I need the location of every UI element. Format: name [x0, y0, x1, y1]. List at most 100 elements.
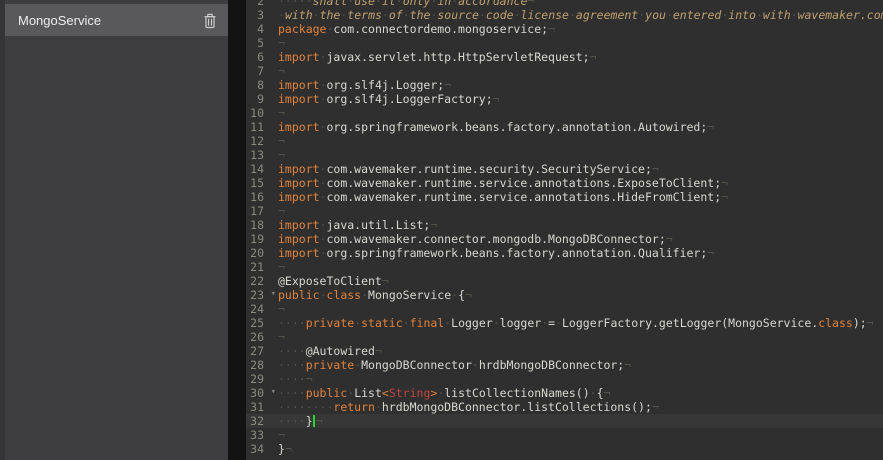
code-line-text[interactable]: import·com.wavemaker.runtime.security.Se…	[278, 162, 883, 176]
code-editor[interactable]: 2·····shall·use·it·only·in·accordance¬3·…	[246, 0, 883, 460]
code-line-text[interactable]: }¬	[278, 442, 883, 456]
code-line-text[interactable]: ¬	[278, 64, 883, 78]
code-line[interactable]: 12¬	[246, 134, 883, 148]
eol-marker: ¬	[278, 36, 285, 50]
fold-arrow-icon[interactable]: ▾	[271, 287, 276, 301]
gutter-line-number: 31	[246, 400, 278, 414]
code-line-text[interactable]: ········return·hrdbMongoDBConnector.list…	[278, 400, 883, 414]
code-line-text[interactable]: ····public·List<String>·listCollectionNa…	[278, 386, 883, 400]
eol-marker: ¬	[721, 176, 728, 190]
code-line[interactable]: 26¬	[246, 330, 883, 344]
code-line-text[interactable]: ¬	[278, 148, 883, 162]
delete-service-button[interactable]	[203, 12, 217, 29]
code-line-text[interactable]: import·org.slf4j.LoggerFactory;¬	[278, 92, 883, 106]
code-line-text[interactable]: ¬	[278, 204, 883, 218]
code-line[interactable]: 31········return·hrdbMongoDBConnector.li…	[246, 400, 883, 414]
gutter-line-number: 27	[246, 344, 278, 358]
eol-marker: ¬	[278, 302, 285, 316]
code-line-text[interactable]: ¬	[278, 134, 883, 148]
code-line-text[interactable]: ·with·the·terms·of·the·source·code·licen…	[278, 8, 883, 22]
sidebar-left-edge	[0, 0, 5, 460]
panel-divider	[228, 0, 246, 460]
code-line[interactable]: 13¬	[246, 148, 883, 162]
code-line[interactable]: 29····¬	[246, 372, 883, 386]
gutter-line-number: 8	[246, 78, 278, 92]
code-line[interactable]: 4package·com.connectordemo.mongoservice;…	[246, 22, 883, 36]
code-line[interactable]: 21¬	[246, 260, 883, 274]
eol-marker: ¬	[652, 162, 659, 176]
fold-arrow-icon[interactable]: ▾	[271, 385, 276, 399]
code-line[interactable]: 30▾····public·List<String>·listCollectio…	[246, 386, 883, 400]
eol-marker: ¬	[316, 414, 323, 428]
code-line-text[interactable]: ¬	[278, 260, 883, 274]
code-line-text[interactable]: import·com.wavemaker.connector.mongodb.M…	[278, 232, 883, 246]
code-line[interactable]: 17¬	[246, 204, 883, 218]
code-line-text[interactable]: public·class·MongoService·{¬	[278, 288, 883, 302]
code-line-text[interactable]: ····¬	[278, 372, 883, 386]
code-line[interactable]: 10¬	[246, 106, 883, 120]
code-line-text[interactable]: import·javax.servlet.http.HttpServletReq…	[278, 50, 883, 64]
eol-marker: ¬	[278, 148, 285, 162]
code-line[interactable]: 20import·org.springframework.beans.facto…	[246, 246, 883, 260]
code-line-text[interactable]: @ExposeToClient¬	[278, 274, 883, 288]
code-line[interactable]: 22@ExposeToClient¬	[246, 274, 883, 288]
eol-marker: ¬	[493, 92, 500, 106]
code-line-text[interactable]: import·com.wavemaker.runtime.service.ann…	[278, 176, 883, 190]
code-line-text[interactable]: import·java.util.List;¬	[278, 218, 883, 232]
code-line[interactable]: 25····private·static·final·Logger·logger…	[246, 316, 883, 330]
code-line-text[interactable]: import·org.slf4j.Logger;¬	[278, 78, 883, 92]
gutter-line-number: 2	[246, 0, 278, 8]
code-line[interactable]: 15import·com.wavemaker.runtime.service.a…	[246, 176, 883, 190]
code-line[interactable]: 2·····shall·use·it·only·in·accordance¬	[246, 0, 883, 8]
code-line[interactable]: 3·with·the·terms·of·the·source·code·lice…	[246, 8, 883, 22]
eol-marker: ¬	[285, 442, 292, 456]
code-line-text[interactable]: package·com.connectordemo.mongoservice;¬	[278, 22, 883, 36]
sidebar-item-mongoservice[interactable]: MongoService	[5, 4, 228, 36]
code-line[interactable]: 19import·com.wavemaker.connector.mongodb…	[246, 232, 883, 246]
code-line[interactable]: 14import·com.wavemaker.runtime.security.…	[246, 162, 883, 176]
eol-marker: ¬	[382, 274, 389, 288]
code-line-text[interactable]: import·org.springframework.beans.factory…	[278, 120, 883, 134]
code-line[interactable]: 6import·javax.servlet.http.HttpServletRe…	[246, 50, 883, 64]
eol-marker: ¬	[278, 106, 285, 120]
code-line-text[interactable]: ····private·static·final·Logger·logger·=…	[278, 316, 883, 330]
eol-marker: ¬	[278, 64, 285, 78]
gutter-line-number: 26	[246, 330, 278, 344]
code-line[interactable]: 33¬	[246, 428, 883, 442]
code-line-text[interactable]: ¬	[278, 302, 883, 316]
eol-marker: ¬	[604, 386, 611, 400]
code-line-text[interactable]: ¬	[278, 106, 883, 120]
gutter-line-number: 32	[246, 414, 278, 428]
code-line[interactable]: 5¬	[246, 36, 883, 50]
code-line-text[interactable]: import·com.wavemaker.runtime.service.ann…	[278, 190, 883, 204]
code-line[interactable]: 18import·java.util.List;¬	[246, 218, 883, 232]
code-line[interactable]: 28····private·MongoDBConnector·hrdbMongo…	[246, 358, 883, 372]
code-line[interactable]: 11import·org.springframework.beans.facto…	[246, 120, 883, 134]
code-line-text[interactable]: import·org.springframework.beans.factory…	[278, 246, 883, 260]
code-line-text[interactable]: ¬	[278, 36, 883, 50]
gutter-line-number: 5	[246, 36, 278, 50]
code-line[interactable]: 9import·org.slf4j.LoggerFactory;¬	[246, 92, 883, 106]
eol-marker: ¬	[624, 358, 631, 372]
code-line[interactable]: 27····@Autowired¬	[246, 344, 883, 358]
code-line[interactable]: 8import·org.slf4j.Logger;¬	[246, 78, 883, 92]
gutter-line-number: 11	[246, 120, 278, 134]
code-line[interactable]: 23▾public·class·MongoService·{¬	[246, 288, 883, 302]
gutter-line-number: 9	[246, 92, 278, 106]
gutter-line-number: 16	[246, 190, 278, 204]
gutter-line-number: 29	[246, 372, 278, 386]
code-line[interactable]: 32····}¬	[246, 414, 883, 428]
code-line[interactable]: 34}¬	[246, 442, 883, 456]
code-line[interactable]: 24¬	[246, 302, 883, 316]
gutter-line-number: 17	[246, 204, 278, 218]
code-line-text[interactable]: ¬	[278, 330, 883, 344]
gutter-line-number: 34	[246, 442, 278, 456]
code-line-text[interactable]: ····@Autowired¬	[278, 344, 883, 358]
code-line[interactable]: 7¬	[246, 64, 883, 78]
code-line[interactable]: 16import·com.wavemaker.runtime.service.a…	[246, 190, 883, 204]
code-line-text[interactable]: ····private·MongoDBConnector·hrdbMongoDB…	[278, 358, 883, 372]
code-line-text[interactable]: ····}¬	[278, 414, 883, 428]
code-line-text[interactable]: ¬	[278, 428, 883, 442]
code-line-text[interactable]: ·····shall·use·it·only·in·accordance¬	[278, 0, 883, 8]
gutter-line-number: 4	[246, 22, 278, 36]
